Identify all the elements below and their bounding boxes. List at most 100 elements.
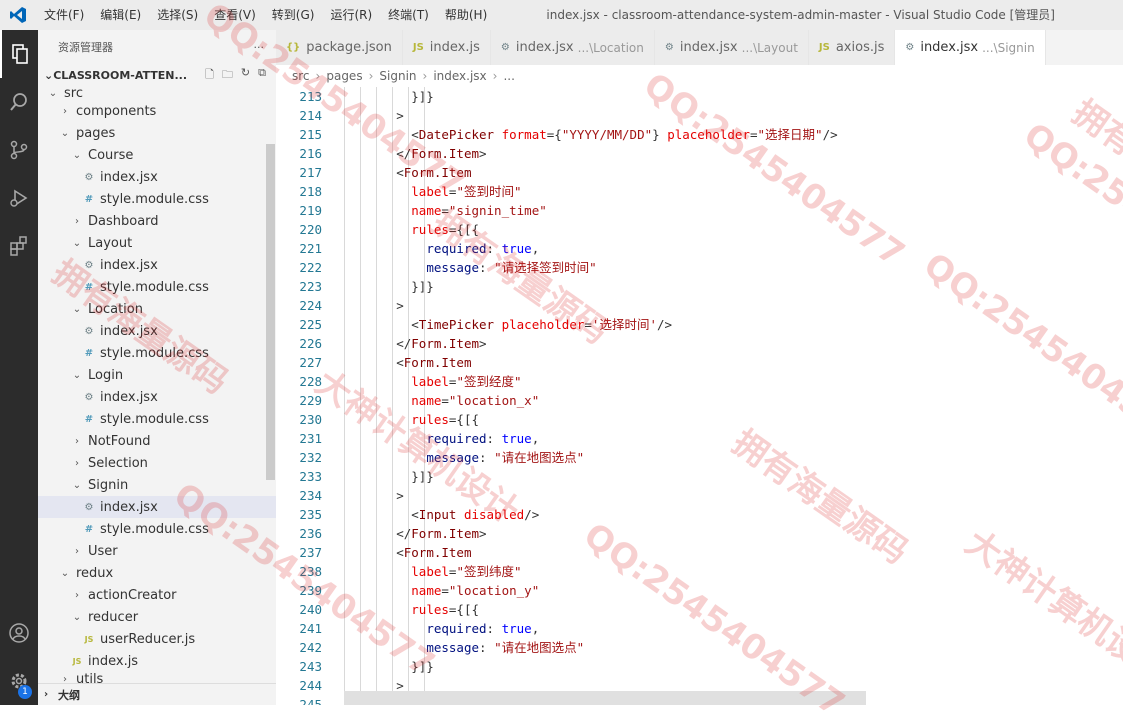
workspace-section-header[interactable]: ⌄ CLASSROOM-ATTEN... 🗋 🗀 ↻ ⧉ [38, 64, 276, 86]
breadcrumb-item[interactable]: ... [503, 69, 514, 83]
editor-tab[interactable]: ⚙index.jsx...\Layout [655, 30, 809, 65]
more-actions-button[interactable]: ··· [254, 41, 265, 54]
tree-folder[interactable]: ›components [38, 100, 276, 122]
explorer-icon[interactable] [0, 30, 38, 78]
code-line[interactable]: }]} [336, 87, 1123, 106]
code-line[interactable]: required: true, [336, 429, 1123, 448]
code-line[interactable]: </Form.Item> [336, 524, 1123, 543]
tree-file[interactable]: ⚙index.jsx [38, 386, 276, 408]
chevron-down-icon: ⌄ [70, 612, 84, 623]
chevron-right-icon: › [70, 216, 84, 227]
code-line[interactable]: <DatePicker format={"YYYY/MM/DD"} placeh… [336, 125, 1123, 144]
breadcrumb-item[interactable]: Signin [379, 69, 416, 83]
account-icon[interactable] [0, 609, 38, 657]
tree-folder[interactable]: ›actionCreator [38, 584, 276, 606]
tree-folder[interactable]: ⌄Login [38, 364, 276, 386]
tree-file[interactable]: ⚙index.jsx [38, 320, 276, 342]
editor-tab[interactable]: JSindex.js [403, 30, 491, 65]
editor-tabs: {}package.jsonJSindex.js⚙index.jsx...\Lo… [276, 30, 1123, 65]
menu-item[interactable]: 运行(R) [322, 0, 380, 30]
extensions-icon[interactable] [0, 222, 38, 270]
breadcrumb-item[interactable]: index.jsx [433, 69, 486, 83]
tree-file[interactable]: ⚙index.jsx [38, 496, 276, 518]
code-line[interactable]: rules={[{ [336, 220, 1123, 239]
code-line[interactable]: name="signin_time" [336, 201, 1123, 220]
editor-tab[interactable]: JSaxios.js [809, 30, 895, 65]
code-line[interactable]: name="location_y" [336, 581, 1123, 600]
source-control-icon[interactable] [0, 126, 38, 174]
tree-folder[interactable]: ›NotFound [38, 430, 276, 452]
new-file-icon[interactable]: 🗋 [205, 66, 214, 85]
tree-folder[interactable]: ›Selection [38, 452, 276, 474]
editor-tab[interactable]: {}package.json [276, 30, 403, 65]
code-line[interactable]: }]} [336, 657, 1123, 676]
menu-item[interactable]: 编辑(E) [92, 0, 149, 30]
code-line[interactable]: name="location_x" [336, 391, 1123, 410]
tree-file[interactable]: #style.module.css [38, 188, 276, 210]
code-line[interactable]: <Input disabled/> [336, 505, 1123, 524]
search-icon[interactable] [0, 78, 38, 126]
code-line[interactable]: label="签到时间" [336, 182, 1123, 201]
tree-file[interactable]: JSuserReducer.js [38, 628, 276, 650]
editor-tab[interactable]: ⚙index.jsx...\Signin [895, 30, 1045, 65]
code-line[interactable]: <Form.Item [336, 543, 1123, 562]
code-line[interactable]: rules={[{ [336, 410, 1123, 429]
code-line[interactable]: > [336, 486, 1123, 505]
code-line[interactable]: message: "请在地图选点" [336, 448, 1123, 467]
code-lines[interactable]: }]} > <DatePicker format={"YYYY/MM/DD"} … [336, 87, 1123, 705]
code-line[interactable]: label="签到纬度" [336, 562, 1123, 581]
tree-folder[interactable]: ⌄Signin [38, 474, 276, 496]
menu-item[interactable]: 终端(T) [380, 0, 437, 30]
code-editor[interactable]: 2132142152162172182192202212222232242252… [276, 87, 1123, 705]
code-line[interactable]: }]} [336, 467, 1123, 486]
tree-file[interactable]: ⚙index.jsx [38, 166, 276, 188]
tree-folder[interactable]: ⌄redux [38, 562, 276, 584]
menu-item[interactable]: 选择(S) [149, 0, 206, 30]
menu-item[interactable]: 帮助(H) [437, 0, 495, 30]
refresh-icon[interactable]: ↻ [241, 66, 250, 85]
code-line[interactable]: rules={[{ [336, 600, 1123, 619]
sidebar-scrollbar[interactable] [266, 144, 275, 480]
code-line[interactable]: </Form.Item> [336, 334, 1123, 353]
code-line[interactable]: }]} [336, 277, 1123, 296]
code-line[interactable]: <TimePicker placeholder='选择时间'/> [336, 315, 1123, 334]
code-line[interactable]: message: "请选择签到时间" [336, 258, 1123, 277]
editor-tab[interactable]: ⚙index.jsx...\Location [491, 30, 655, 65]
code-line[interactable]: > [336, 296, 1123, 315]
tree-folder[interactable]: ›Dashboard [38, 210, 276, 232]
breadcrumb-item[interactable]: pages [326, 69, 362, 83]
new-folder-icon[interactable]: 🗀 [222, 66, 233, 85]
collapse-all-icon[interactable]: ⧉ [258, 66, 266, 85]
tree-file[interactable]: #style.module.css [38, 342, 276, 364]
tree-folder[interactable]: ⌄pages [38, 122, 276, 144]
tree-folder[interactable]: ⌄Location [38, 298, 276, 320]
code-line[interactable]: label="签到经度" [336, 372, 1123, 391]
tree-folder[interactable]: ⌄Layout [38, 232, 276, 254]
tree-folder[interactable]: ⌄reducer [38, 606, 276, 628]
tree-file[interactable]: #style.module.css [38, 276, 276, 298]
code-line[interactable]: > [336, 106, 1123, 125]
code-line[interactable]: </Form.Item> [336, 144, 1123, 163]
tree-folder[interactable]: ⌄src [38, 86, 276, 100]
tree-file[interactable]: JSindex.js [38, 650, 276, 672]
menu-item[interactable]: 文件(F) [36, 0, 92, 30]
breadcrumb-item[interactable]: src [292, 69, 310, 83]
run-debug-icon[interactable] [0, 174, 38, 222]
code-line[interactable]: <Form.Item [336, 163, 1123, 182]
horizontal-scrollbar[interactable] [344, 691, 866, 705]
code-line[interactable]: required: true, [336, 619, 1123, 638]
tree-file[interactable]: ⚙index.jsx [38, 254, 276, 276]
tree-file[interactable]: #style.module.css [38, 408, 276, 430]
code-line[interactable]: message: "请在地图选点" [336, 638, 1123, 657]
code-line[interactable]: <Form.Item [336, 353, 1123, 372]
tree-folder[interactable]: ⌄Course [38, 144, 276, 166]
tree-folder[interactable]: ›User [38, 540, 276, 562]
tree-item-label: style.module.css [100, 280, 209, 295]
menu-item[interactable]: 转到(G) [264, 0, 323, 30]
menu-item[interactable]: 查看(V) [206, 0, 264, 30]
outline-section[interactable]: › 大纲 [38, 683, 276, 705]
settings-gear-icon[interactable]: 1 [0, 657, 38, 705]
code-line[interactable]: required: true, [336, 239, 1123, 258]
line-number: 243 [276, 657, 322, 676]
tree-file[interactable]: #style.module.css [38, 518, 276, 540]
